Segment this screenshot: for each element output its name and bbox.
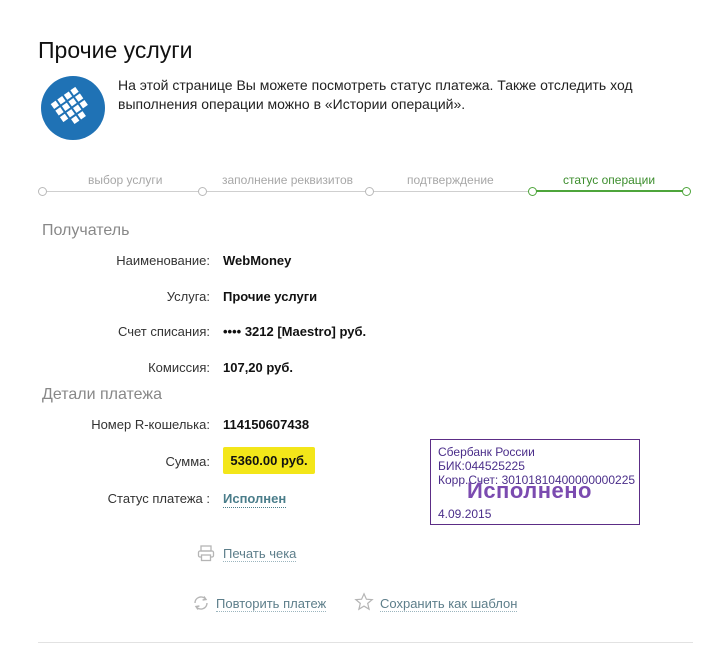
webmoney-logo: [41, 76, 105, 140]
wallet-value: 114150607438: [223, 417, 310, 432]
step-label-details: заполнение реквизитов: [216, 173, 360, 187]
fee-label: Комиссия:: [148, 360, 210, 375]
account-label: Счет списания:: [117, 324, 210, 339]
bank-stamp: Сбербанк России БИК:044525225 Корр.Счет:…: [430, 439, 640, 525]
intro-text: На этой странице Вы можете посмотреть ст…: [118, 77, 633, 112]
repeat-payment-link[interactable]: Повторить платеж: [216, 596, 327, 612]
stamp-status: Исполнено: [467, 478, 592, 503]
step-dot-active: [682, 187, 691, 196]
star-icon[interactable]: [354, 592, 374, 612]
progress-steps: выбор услуги заполнение реквизитов подтв…: [38, 168, 693, 202]
step-dot: [365, 187, 374, 196]
print-receipt-link[interactable]: Печать чека: [223, 546, 297, 562]
name-label: Наименование:: [116, 253, 210, 268]
printer-icon[interactable]: [197, 544, 215, 562]
stamp-bik: БИК:044525225: [438, 459, 525, 473]
status-value[interactable]: Исполнен: [223, 491, 287, 508]
save-template-link[interactable]: Сохранить как шаблон: [380, 596, 518, 612]
wallet-label: Номер R-кошелька:: [91, 417, 210, 432]
step-dot: [38, 187, 47, 196]
step-line-inactive: [42, 191, 532, 192]
step-label-confirm: подтверждение: [401, 173, 500, 187]
account-value: •••• 3212 [Maestro] руб.: [223, 324, 367, 339]
sum-value: 5360.00 руб.: [223, 447, 315, 474]
step-dot: [198, 187, 207, 196]
stamp-date: 4.09.2015: [438, 507, 492, 521]
step-line-active: [532, 190, 686, 192]
fee-value: 107,20 руб.: [223, 360, 294, 375]
sum-label: Сумма:: [165, 454, 210, 469]
service-label: Услуга:: [166, 289, 210, 304]
service-value: Прочие услуги: [223, 289, 318, 304]
recipient-section-title: Получатель: [42, 222, 130, 239]
step-label-service: выбор услуги: [82, 173, 169, 187]
page-title: Прочие услуги: [38, 37, 193, 64]
repeat-icon[interactable]: [191, 593, 211, 613]
step-label-status: статус операции: [557, 173, 662, 187]
name-value: WebMoney: [223, 253, 292, 268]
payment-section-title: Детали платежа: [42, 386, 162, 403]
status-label: Статус платежа :: [107, 491, 210, 506]
bottom-divider: [38, 642, 693, 643]
stamp-bank-name: Сбербанк России: [438, 445, 535, 459]
step-dot-active: [528, 187, 537, 196]
